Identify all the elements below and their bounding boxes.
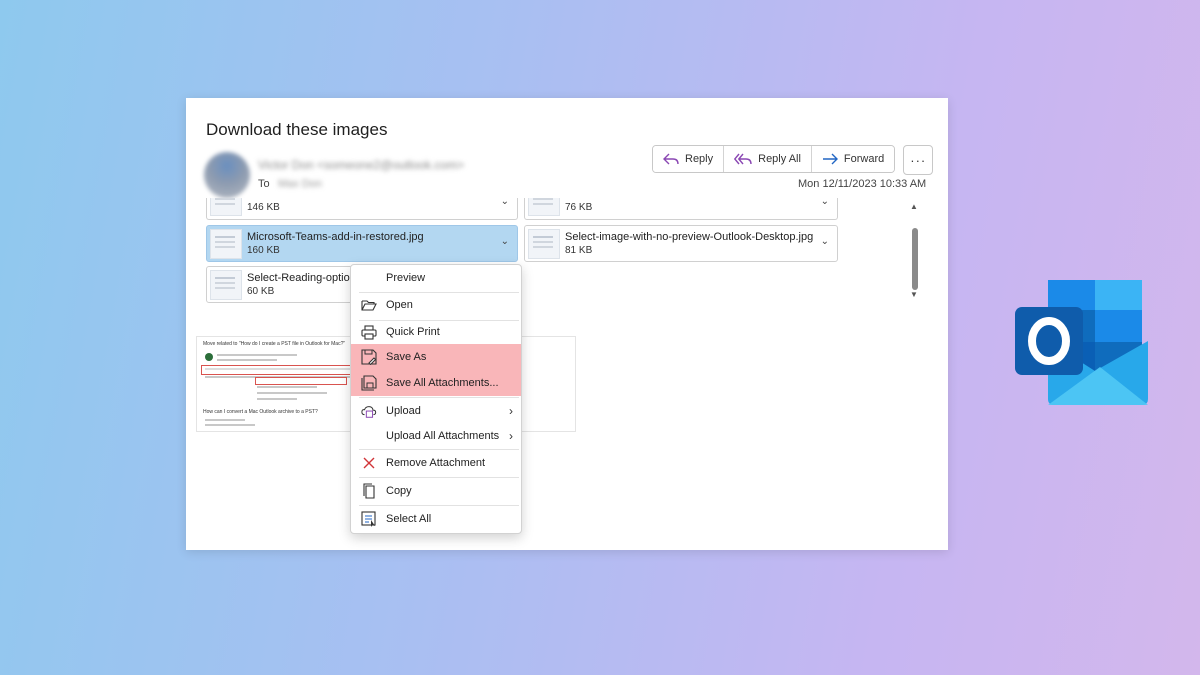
chevron-right-icon: › [509,429,513,443]
email-subject: Download these images [206,120,388,139]
reply-button-group: Reply Reply All Forward [652,145,896,173]
attachment-size: 76 KB [565,202,593,213]
attachment-name: Select-Reading-option [247,272,356,284]
to-label: To [258,178,270,190]
menu-item-upload[interactable]: Upload › [351,399,521,423]
reply-all-icon [734,153,752,165]
message-actions: Reply Reply All Forward ··· [652,145,934,175]
recipient-name[interactable]: Max Don [278,178,322,190]
attachment-item[interactable]: Select-Reading-option 60 KB [206,266,356,303]
attachment-size: 146 KB [247,202,280,213]
attachment-thumbnail [210,198,242,216]
attachment-thumbnail [210,229,242,259]
sender-address[interactable]: Victor Don <someone2@outlook.com> [258,158,464,172]
reply-button[interactable]: Reply [653,146,725,172]
attachment-size: 60 KB [247,286,275,297]
reply-all-label: Reply All [758,153,801,165]
attachment-context-menu: Preview Open Quick Print Save As Save Al… [350,264,522,534]
menu-item-select-all[interactable]: Select All [351,507,521,531]
attachment-thumbnail [210,270,242,300]
attachment-item-selected[interactable]: Microsoft-Teams-add-in-restored.jpg 160 … [206,225,518,262]
select-all-icon [361,511,377,527]
scroll-up-icon[interactable]: ▲ [910,202,918,211]
sender-avatar[interactable] [204,152,250,198]
menu-item-upload-all-attachments[interactable]: Upload All Attachments › [351,424,521,448]
save-icon [361,349,377,365]
attachments-scrollbar[interactable]: ▲ ▼ [910,202,920,302]
preview-footer: How can I convert a Mac Outlook archive … [203,409,318,415]
chevron-down-icon[interactable]: ⌄ [501,236,509,247]
preview-avatar [205,353,213,361]
preview-title: Move related to "How do I create a PST f… [203,341,346,347]
reply-all-button[interactable]: Reply All [724,146,812,172]
outlook-logo-icon [1015,280,1148,405]
chevron-down-icon[interactable]: ⌄ [821,198,829,207]
reply-icon [663,153,679,165]
forward-button[interactable]: Forward [811,146,895,172]
reply-label: Reply [685,153,714,165]
forward-icon [822,153,838,165]
close-icon [361,455,377,471]
attachment-item[interactable]: Select-image-with-no-preview-Outlook-Des… [524,225,838,262]
menu-item-save-as[interactable]: Save As [351,344,521,370]
chevron-down-icon[interactable]: ⌄ [501,198,509,207]
folder-open-icon [361,297,377,313]
attachment-thumbnail [528,198,560,216]
cloud-upload-icon [361,403,377,419]
menu-item-preview[interactable]: Preview [351,266,521,290]
attachment-item[interactable]: 146 KB ⌄ [206,198,518,220]
chevron-down-icon[interactable]: ⌄ [821,236,829,247]
attachment-name: Select-image-with-no-preview-Outlook-Des… [565,231,814,243]
copy-icon [361,483,377,499]
attachment-name: Microsoft-Teams-add-in-restored.jpg [247,231,424,243]
attachment-thumbnail [528,229,560,259]
more-actions-button[interactable]: ··· [903,145,934,175]
attachment-size: 160 KB [247,245,280,256]
chevron-right-icon: › [509,404,513,418]
forward-label: Forward [843,153,885,165]
menu-item-save-all-attachments[interactable]: Save All Attachments... [351,370,521,396]
email-reading-pane: Download these images Victor Don <someon… [186,98,948,550]
menu-item-copy[interactable]: Copy [351,479,521,503]
menu-item-open[interactable]: Open [351,293,521,317]
scroll-down-icon[interactable]: ▼ [910,290,918,299]
save-all-icon [361,375,377,391]
attachment-size: 81 KB [565,245,593,256]
menu-item-remove-attachment[interactable]: Remove Attachment [351,451,521,475]
attachment-item[interactable]: 76 KB ⌄ [524,198,838,220]
menu-item-quick-print[interactable]: Quick Print [351,320,521,344]
received-date: Mon 12/11/2023 10:33 AM [798,178,927,190]
scrollbar-thumb[interactable] [912,228,918,290]
printer-icon [361,324,377,340]
